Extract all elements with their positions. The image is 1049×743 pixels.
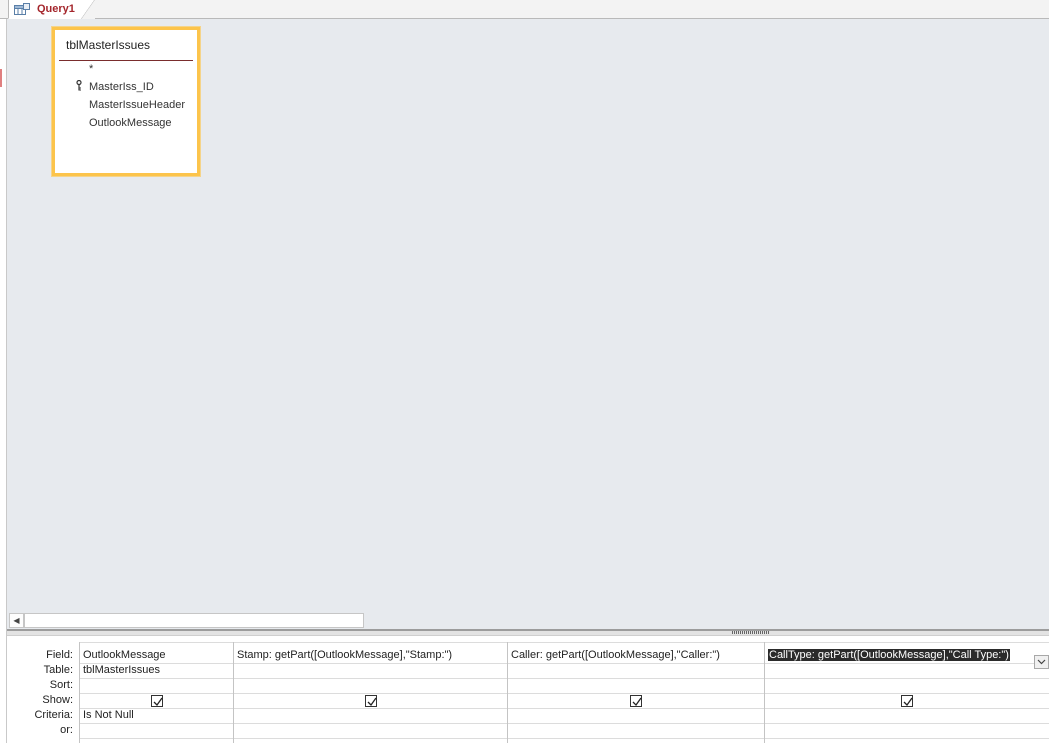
document-tab-strip: Query1 [0,0,1049,19]
scrollbar-thumb[interactable] [24,613,364,628]
field-all-columns[interactable]: * [89,63,93,75]
left-border [0,19,7,743]
field-MasterIssueHeader[interactable]: MasterIssueHeader [89,99,185,111]
show-checkbox[interactable] [151,695,163,707]
field-cell[interactable]: Caller: getPart([OutlookMessage],"Caller… [511,648,720,663]
table-field-list-title[interactable]: tblMasterIssues [66,38,150,52]
query-design-grid[interactable]: Field: Table: Sort: Show: Criteria: or: … [7,636,1049,743]
field-OutlookMessage[interactable]: OutlookMessage [89,117,172,129]
show-checkbox[interactable] [365,695,377,707]
show-checkbox[interactable] [630,695,642,707]
query-design-icon [14,2,30,16]
row-label-criteria: Criteria: [34,709,73,721]
scroll-left-arrow-icon[interactable]: ◀ [9,613,24,628]
grid-column-3[interactable]: Caller: getPart([OutlookMessage],"Caller… [507,642,764,743]
field-cell-selected[interactable]: CallType: getPart([OutlookMessage],"Call… [768,648,1010,663]
field-cell[interactable]: Stamp: getPart([OutlookMessage],"Stamp:"… [237,648,452,663]
splitter-grip-icon[interactable] [732,631,770,634]
tab-label: Query1 [37,3,75,15]
table-field-list-divider [59,60,193,61]
row-label-sort: Sort: [49,679,73,691]
left-edge-marker [0,69,2,87]
chevron-down-icon [1037,659,1046,665]
grid-column-2[interactable]: Stamp: getPart([OutlookMessage],"Stamp:"… [233,642,507,743]
table-field-list-tblMasterIssues[interactable]: tblMasterIssues * MasterIss_ID MasterIss… [52,27,200,176]
row-label-show: Show: [42,694,73,706]
row-label-or: or: [60,724,73,736]
field-MasterIss_ID[interactable]: MasterIss_ID [89,81,154,93]
row-label-field: Field: [46,649,73,661]
pane-splitter[interactable] [7,629,1049,636]
field-dropdown-button[interactable] [1034,655,1049,669]
row-label-table: Table: [43,664,73,676]
key-icon [76,79,82,91]
table-cell[interactable]: tblMasterIssues [83,663,160,678]
query-design-pane[interactable]: tblMasterIssues * MasterIss_ID MasterIss… [7,19,1049,612]
design-pane-horizontal-scrollbar[interactable]: ◀ [7,612,1049,629]
grid-column-4[interactable]: CallType: getPart([OutlookMessage],"Call… [764,642,1049,743]
grid-column-1[interactable]: OutlookMessage tblMasterIssues Is Not Nu… [79,642,233,743]
selected-text[interactable]: CallType: getPart([OutlookMessage],"Call… [768,649,1010,661]
show-checkbox[interactable] [901,695,913,707]
tab-query1[interactable]: Query1 [8,0,95,19]
criteria-cell[interactable]: Is Not Null [83,708,134,723]
field-cell[interactable]: OutlookMessage [83,648,166,663]
